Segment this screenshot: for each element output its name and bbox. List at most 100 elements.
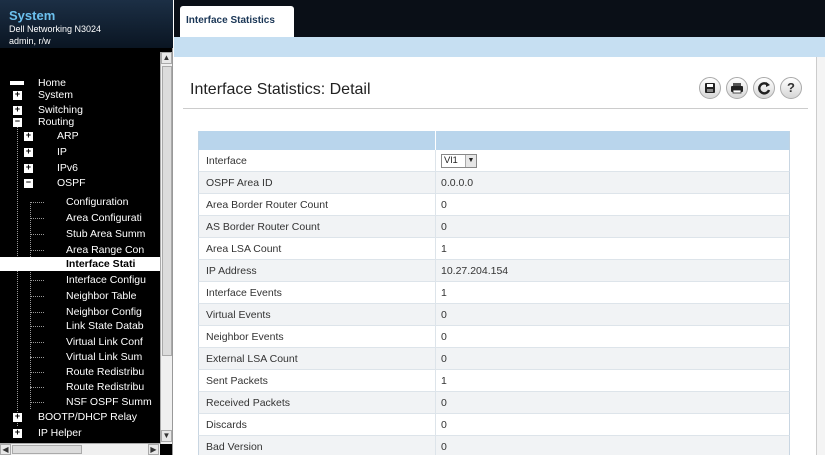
nav-ospf-item[interactable]: Route Redistribu bbox=[66, 380, 144, 394]
nav-ospf-item[interactable]: Area Configurati bbox=[66, 211, 142, 225]
expand-icon[interactable]: + bbox=[24, 148, 33, 157]
row-label: Sent Packets bbox=[206, 375, 268, 387]
table-row: External LSA Count 0 bbox=[198, 348, 790, 370]
interface-select[interactable]: Vl1 ▼ bbox=[441, 154, 477, 168]
save-icon[interactable] bbox=[699, 77, 721, 99]
nav-ip-helper[interactable]: IP Helper bbox=[38, 426, 82, 440]
table-row: Bad Version 0 bbox=[198, 436, 790, 455]
collapse-icon[interactable]: − bbox=[13, 118, 22, 127]
row-label: Bad Version bbox=[206, 441, 263, 453]
nav-arp[interactable]: ARP bbox=[57, 129, 79, 143]
nav-bootp-dhcp-relay[interactable]: BOOTP/DHCP Relay bbox=[38, 410, 137, 424]
expand-icon[interactable]: + bbox=[13, 106, 22, 115]
row-value: 1 bbox=[441, 287, 447, 299]
expand-icon[interactable]: + bbox=[24, 132, 33, 141]
print-icon[interactable] bbox=[726, 77, 748, 99]
row-value: 0 bbox=[441, 419, 447, 431]
row-value: 0 bbox=[441, 331, 447, 343]
row-label: IP Address bbox=[206, 265, 257, 277]
scrollbar-thumb[interactable] bbox=[12, 445, 82, 454]
table-row: Sent Packets 1 bbox=[198, 370, 790, 392]
row-value: 0 bbox=[441, 353, 447, 365]
row-label: AS Border Router Count bbox=[206, 221, 320, 233]
row-label: External LSA Count bbox=[206, 353, 298, 365]
app-window: System Dell Networking N3024 admin, r/w … bbox=[0, 0, 825, 455]
chevron-down-icon: ▼ bbox=[465, 155, 476, 167]
nav-routing[interactable]: Routing bbox=[38, 115, 74, 129]
row-value: 1 bbox=[441, 375, 447, 387]
scroll-left-icon[interactable]: ◀ bbox=[0, 444, 11, 455]
tab-strip bbox=[174, 37, 825, 57]
nav-ospf-item[interactable]: Interface Configu bbox=[66, 273, 146, 287]
table-row: Area LSA Count 1 bbox=[198, 238, 790, 260]
row-value: 1 bbox=[441, 243, 447, 255]
brand-header: System Dell Networking N3024 admin, r/w bbox=[0, 0, 173, 48]
row-value: 0 bbox=[441, 221, 447, 233]
table-row: Virtual Events 0 bbox=[198, 304, 790, 326]
row-label: Virtual Events bbox=[206, 309, 271, 321]
table-row: OSPF Area ID 0.0.0.0 bbox=[198, 172, 790, 194]
nav-ip[interactable]: IP bbox=[57, 145, 67, 159]
row-value: 0 bbox=[441, 309, 447, 321]
table-row: IP Address 10.27.204.154 bbox=[198, 260, 790, 282]
tab-interface-statistics[interactable]: Interface Statistics bbox=[180, 6, 294, 38]
row-label: Received Packets bbox=[206, 397, 291, 409]
expand-icon[interactable]: + bbox=[13, 429, 22, 438]
scroll-up-icon[interactable]: ▲ bbox=[161, 52, 172, 64]
row-label: Interface Events bbox=[206, 287, 282, 299]
row-value: 0.0.0.0 bbox=[441, 177, 474, 189]
nav-ospf[interactable]: OSPF bbox=[57, 176, 86, 190]
page-title: Interface Statistics: Detail bbox=[190, 81, 371, 98]
row-label: Discards bbox=[206, 419, 247, 431]
table-row-interface: Interface Vl1 ▼ bbox=[198, 150, 790, 172]
device-name: Dell Networking N3024 bbox=[9, 24, 102, 34]
sidebar-horizontal-scrollbar[interactable]: ◀ ▶ bbox=[0, 443, 160, 455]
row-value: 0 bbox=[441, 199, 447, 211]
title-divider bbox=[183, 108, 808, 109]
help-icon[interactable]: ? bbox=[780, 77, 802, 99]
nav-ospf-item[interactable]: Virtual Link Conf bbox=[66, 335, 143, 349]
nav-tree: Home + System + Switching − Routing + AR… bbox=[0, 52, 160, 444]
scrollbar-thumb[interactable] bbox=[162, 66, 172, 356]
nav-ipv6[interactable]: IPv6 bbox=[57, 161, 78, 175]
nav-ospf-item-selected[interactable]: Interface Stati bbox=[0, 257, 160, 271]
nav-ospf-item[interactable]: Neighbor Config bbox=[66, 305, 142, 319]
nav-ospf-item[interactable]: Link State Datab bbox=[66, 319, 144, 333]
nav-ospf-item[interactable]: NSF OSPF Summ bbox=[66, 395, 152, 409]
row-value: 10.27.204.154 bbox=[441, 265, 509, 277]
expand-icon[interactable]: + bbox=[13, 91, 22, 100]
nav-system[interactable]: System bbox=[38, 88, 73, 102]
nav-ospf-item[interactable]: Virtual Link Sum bbox=[66, 350, 142, 364]
nav-ospf-item[interactable]: Stub Area Summ bbox=[66, 227, 145, 241]
sidebar-vertical-scrollbar[interactable]: ▲ ▼ bbox=[160, 52, 172, 444]
row-value: 0 bbox=[441, 397, 447, 409]
row-label: Interface bbox=[206, 155, 247, 167]
table-row: AS Border Router Count 0 bbox=[198, 216, 790, 238]
table-row: Discards 0 bbox=[198, 414, 790, 436]
row-label: Area Border Router Count bbox=[206, 199, 328, 211]
brand-title: System bbox=[9, 8, 56, 23]
collapse-icon[interactable]: − bbox=[24, 179, 33, 188]
table-row: Received Packets 0 bbox=[198, 392, 790, 414]
table-row: Interface Events 1 bbox=[198, 282, 790, 304]
expand-icon[interactable]: + bbox=[13, 413, 22, 422]
nav-ospf-item[interactable]: Configuration bbox=[66, 195, 128, 209]
scroll-down-icon[interactable]: ▼ bbox=[161, 430, 172, 442]
scroll-right-icon[interactable]: ▶ bbox=[148, 444, 159, 455]
interface-select-value: Vl1 bbox=[444, 155, 458, 166]
home-icon bbox=[10, 81, 24, 85]
refresh-icon[interactable] bbox=[753, 77, 775, 99]
nav-ospf-item[interactable]: Area Range Con bbox=[66, 243, 144, 257]
main-scrollbar[interactable] bbox=[816, 57, 825, 455]
row-value: 0 bbox=[441, 441, 447, 453]
expand-icon[interactable]: + bbox=[24, 164, 33, 173]
row-label: Neighbor Events bbox=[206, 331, 284, 343]
nav-ospf-item[interactable]: Neighbor Table bbox=[66, 289, 136, 303]
nav-ospf-item[interactable]: Route Redistribu bbox=[66, 365, 144, 379]
table-header bbox=[198, 131, 790, 150]
row-label: Area LSA Count bbox=[206, 243, 282, 255]
sidebar: System Dell Networking N3024 admin, r/w … bbox=[0, 0, 173, 455]
user-info: admin, r/w bbox=[9, 36, 51, 46]
table-row: Neighbor Events 0 bbox=[198, 326, 790, 348]
table-row: Area Border Router Count 0 bbox=[198, 194, 790, 216]
